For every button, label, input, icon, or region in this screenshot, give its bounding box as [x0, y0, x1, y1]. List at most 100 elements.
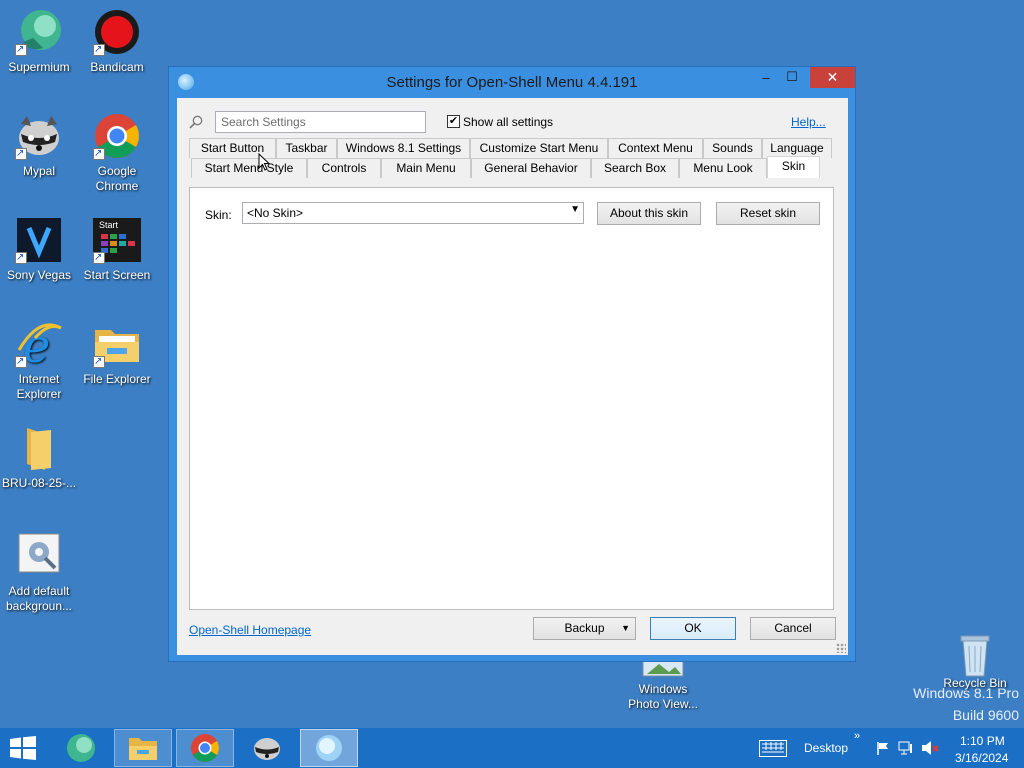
raccoon-icon: [15, 112, 63, 161]
desktop-icon-file-explorer[interactable]: File Explorer: [78, 320, 156, 387]
toolbar-chevron-icon[interactable]: »: [854, 730, 860, 742]
desktop-icon-label: Internet Explorer: [16, 372, 62, 401]
tab-skin[interactable]: Skin: [767, 156, 820, 178]
clock-date[interactable]: 3/16/2024: [955, 751, 1008, 765]
tab-windows-8-1-settings[interactable]: Windows 8.1 Settings: [337, 138, 470, 158]
taskbar-file-explorer[interactable]: [114, 729, 172, 767]
folder-icon: [129, 738, 157, 760]
desktop-icon-recycle-bin[interactable]: Recycle Bin: [936, 630, 1014, 691]
skin-dropdown[interactable]: <No Skin> ▼: [242, 202, 584, 224]
desktop-icon-bru-folder[interactable]: BRU-08-25-...: [0, 424, 78, 491]
supermium-icon: [67, 734, 95, 762]
desktop-icon-mypal[interactable]: Mypal: [0, 112, 78, 179]
tab-general-behavior[interactable]: General Behavior: [471, 158, 591, 178]
show-all-settings-checkbox[interactable]: ✔: [447, 115, 460, 128]
skin-dropdown-value: <No Skin>: [247, 206, 304, 220]
start-button[interactable]: [8, 736, 38, 760]
skin-settings-panel: Skin: <No Skin> ▼ About this skin Reset …: [189, 187, 834, 610]
reset-skin-button[interactable]: Reset skin: [716, 202, 820, 225]
desktop-icon-label: Google Chrome: [95, 164, 139, 193]
touch-keyboard-icon[interactable]: [759, 740, 787, 757]
settings-gear-file-icon: [15, 532, 63, 580]
taskbar-open-shell-settings[interactable]: [300, 729, 358, 767]
desktop-toolbar-label[interactable]: Desktop: [804, 741, 848, 755]
settings-window: Settings for Open-Shell Menu 4.4.191 – ☐…: [168, 66, 856, 662]
backup-button-label: Backup: [564, 621, 605, 635]
cancel-button[interactable]: Cancel: [750, 617, 836, 640]
tab-start-menu-style[interactable]: Start Menu Style: [191, 158, 307, 178]
mouse-cursor-icon: [258, 153, 270, 171]
taskbar-supermium[interactable]: [52, 729, 110, 767]
desktop-icon-label: Supermium: [8, 60, 70, 74]
desktop-icon-label: Sony Vegas: [6, 268, 72, 282]
vegas-icon: [15, 216, 63, 265]
window-client-area: Search Settings ✔ Show all settings Help…: [177, 98, 848, 655]
desktop-icon-label: Recycle Bin: [943, 676, 1007, 690]
close-button[interactable]: ✕: [810, 67, 855, 88]
network-icon[interactable]: [898, 740, 914, 756]
windows-logo-icon: [10, 736, 36, 760]
taskbar: Desktop » 1:10 PM 3/16/2024: [0, 728, 1024, 768]
taskbar-google-chrome[interactable]: [176, 729, 234, 767]
desktop-icon-label: Bandicam: [90, 60, 144, 74]
shortcut-arrow-icon: [15, 42, 27, 57]
tab-context-menu[interactable]: Context Menu: [608, 138, 703, 158]
show-all-settings-label[interactable]: Show all settings: [463, 115, 553, 129]
resize-grip-icon[interactable]: [836, 643, 846, 653]
internet-explorer-icon: e: [15, 319, 63, 373]
desktop-icon-bandicam[interactable]: Bandicam: [78, 8, 156, 75]
tab-language[interactable]: Language: [762, 138, 832, 158]
desktop-icon-google-chrome[interactable]: Google Chrome: [78, 112, 156, 194]
desktop-icon-supermium[interactable]: Supermium: [0, 8, 78, 75]
desktop-icon-label: Windows Photo View...: [628, 682, 698, 711]
desktop-icon-internet-explorer[interactable]: e Internet Explorer: [0, 319, 78, 402]
dropdown-arrow-icon: ▼: [621, 623, 630, 633]
tab-sounds[interactable]: Sounds: [703, 138, 762, 158]
shortcut-arrow-icon: [15, 250, 27, 265]
maximize-button[interactable]: ☐: [778, 69, 806, 89]
supermium-icon: [15, 8, 63, 57]
desktop-icon-add-default-background[interactable]: Add default backgroun...: [0, 532, 78, 614]
action-center-flag-icon[interactable]: [876, 741, 890, 755]
taskbar-mypal[interactable]: [238, 729, 296, 767]
desktop-icon-sony-vegas[interactable]: Sony Vegas: [0, 216, 78, 283]
shortcut-arrow-icon: [15, 146, 27, 161]
desktop-icon-label: Start Screen: [83, 268, 151, 282]
start-screen-icon: Start: [93, 216, 141, 265]
shortcut-arrow-icon: [93, 250, 105, 265]
open-shell-homepage-link[interactable]: Open-Shell Homepage: [189, 623, 311, 637]
shortcut-arrow-icon: [93, 42, 105, 57]
folder-icon: [93, 320, 141, 369]
start-screen-tile-text: Start: [99, 220, 119, 230]
desktop-icon-start-screen[interactable]: Start Start Screen: [78, 216, 156, 283]
tab-controls[interactable]: Controls: [307, 158, 381, 178]
bandicam-icon: [93, 8, 141, 57]
tab-taskbar[interactable]: Taskbar: [276, 138, 337, 158]
tab-main-menu[interactable]: Main Menu: [381, 158, 471, 178]
clock-time[interactable]: 1:10 PM: [960, 734, 1005, 748]
recycle-bin-icon: [951, 630, 999, 678]
chrome-icon: [93, 112, 141, 161]
open-shell-icon: [316, 735, 342, 761]
chevron-down-icon: ▼: [570, 204, 580, 215]
search-settings-input[interactable]: Search Settings: [215, 111, 426, 133]
folder-icon: [15, 424, 63, 472]
about-this-skin-button[interactable]: About this skin: [597, 202, 701, 225]
chrome-icon: [191, 734, 219, 762]
tab-search-box[interactable]: Search Box: [591, 158, 679, 178]
tab-customize-start-menu[interactable]: Customize Start Menu: [470, 138, 608, 158]
skin-label: Skin:: [205, 208, 232, 222]
shortcut-arrow-icon: [15, 354, 27, 369]
help-link[interactable]: Help...: [791, 115, 826, 129]
backup-button[interactable]: Backup ▼: [533, 617, 636, 640]
tab-menu-look[interactable]: Menu Look: [679, 158, 767, 178]
minimize-button[interactable]: –: [752, 70, 780, 90]
watermark-build: Build 9600: [952, 707, 1019, 723]
search-icon: [189, 115, 203, 129]
desktop-icon-label: BRU-08-25-...: [1, 476, 77, 490]
ok-button[interactable]: OK: [650, 617, 736, 640]
window-titlebar[interactable]: Settings for Open-Shell Menu 4.4.191 – ☐…: [169, 67, 855, 97]
volume-muted-icon[interactable]: [921, 740, 939, 756]
desktop-icon-label: Mypal: [22, 164, 55, 178]
desktop-icon-label: Add default backgroun...: [5, 584, 73, 613]
